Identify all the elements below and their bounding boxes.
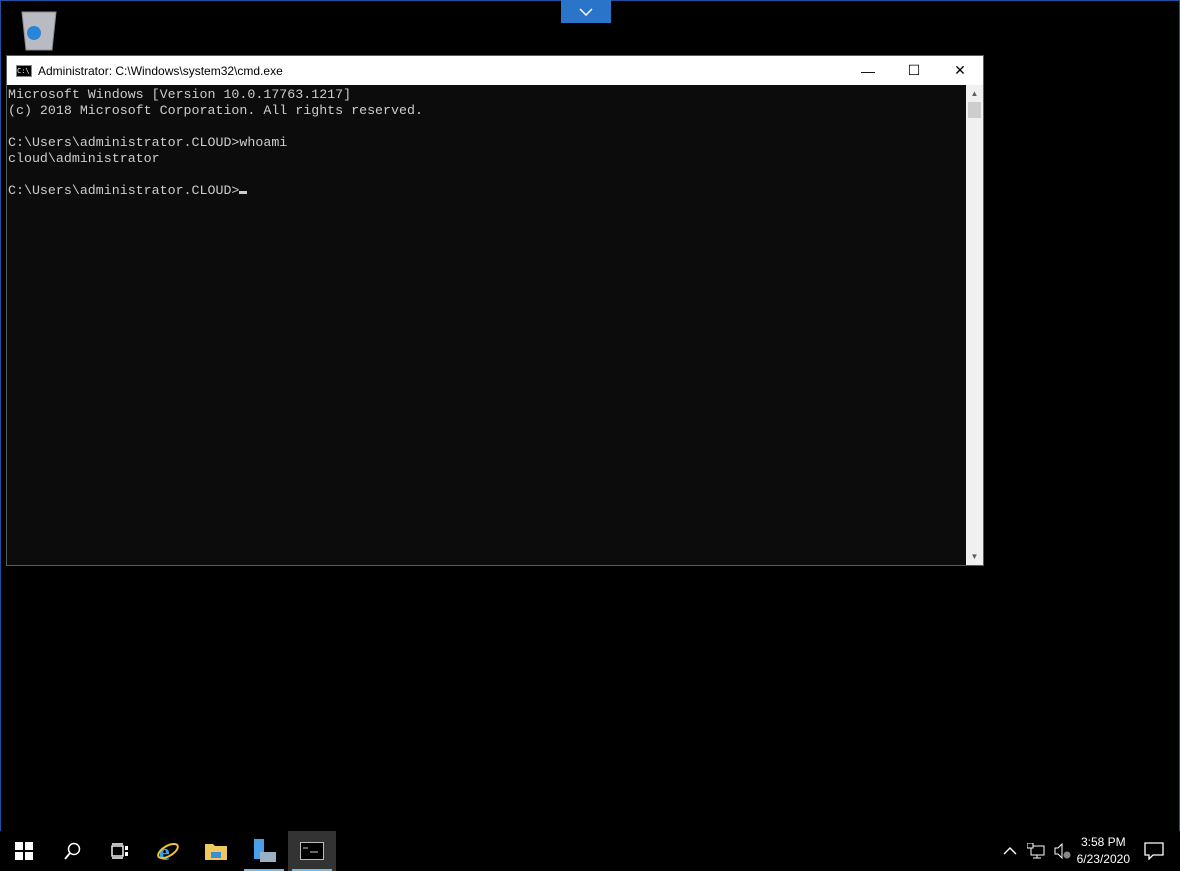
cmd-window[interactable]: C:\ Administrator: C:\Windows\system32\c… (6, 55, 984, 566)
window-title: Administrator: C:\Windows\system32\cmd.e… (38, 63, 283, 78)
clock-date: 6/23/2020 (1076, 852, 1130, 866)
internet-explorer-icon: e (157, 840, 179, 863)
vertical-scrollbar[interactable]: ▲ ▼ (966, 85, 983, 565)
taskbar: e 3:58 PM 6/23/2020 (0, 831, 1180, 871)
minimize-button[interactable]: — (845, 56, 891, 85)
system-tray: 3:58 PM 6/23/2020 (1003, 831, 1180, 871)
scroll-down-button[interactable]: ▼ (966, 548, 983, 565)
scroll-thumb[interactable] (968, 102, 981, 118)
network-icon[interactable] (1026, 843, 1045, 859)
volume-muted-icon[interactable] (1053, 843, 1071, 859)
close-button[interactable]: ✕ (937, 56, 983, 85)
task-view-button[interactable] (96, 831, 144, 871)
title-bar[interactable]: C:\ Administrator: C:\Windows\system32\c… (7, 56, 983, 85)
console-line: cloud\administrator (8, 151, 160, 166)
text-cursor (239, 191, 248, 194)
scroll-up-button[interactable]: ▲ (966, 85, 983, 102)
recycle-bin-icon[interactable] (18, 8, 60, 52)
connection-bar-toggle[interactable] (561, 0, 611, 23)
console-output[interactable]: Microsoft Windows [Version 10.0.17763.12… (7, 85, 966, 565)
maximize-button[interactable]: ☐ (891, 56, 937, 85)
folder-icon (205, 844, 227, 860)
cmd-taskbar-button[interactable] (288, 831, 336, 871)
internet-explorer-button[interactable]: e (144, 831, 192, 871)
chevron-up-icon[interactable] (1003, 846, 1017, 856)
console-line: (c) 2018 Microsoft Corporation. All righ… (8, 103, 423, 118)
cmd-icon (300, 842, 324, 860)
windows-logo-icon (15, 842, 33, 860)
prompt: C:\Users\administrator.CLOUD> (8, 183, 240, 198)
task-view-icon (111, 843, 128, 859)
file-explorer-button[interactable] (192, 831, 240, 871)
search-icon (64, 842, 81, 860)
clock-time: 3:58 PM (1080, 835, 1126, 849)
console-line: C:\Users\administrator.CLOUD>whoami (8, 135, 288, 150)
cmd-icon: C:\ (16, 64, 32, 77)
console-line: Microsoft Windows [Version 10.0.17763.12… (8, 87, 352, 102)
action-center-icon[interactable] (1144, 842, 1164, 860)
chevron-down-icon (579, 7, 593, 16)
prompt-line: C:\Users\administrator.CLOUD> (8, 183, 966, 199)
clock[interactable]: 3:58 PM 6/23/2020 (1077, 834, 1130, 868)
search-button[interactable] (48, 831, 96, 871)
server-manager-icon (254, 839, 276, 862)
start-button[interactable] (0, 831, 48, 871)
server-manager-button[interactable] (240, 831, 288, 871)
